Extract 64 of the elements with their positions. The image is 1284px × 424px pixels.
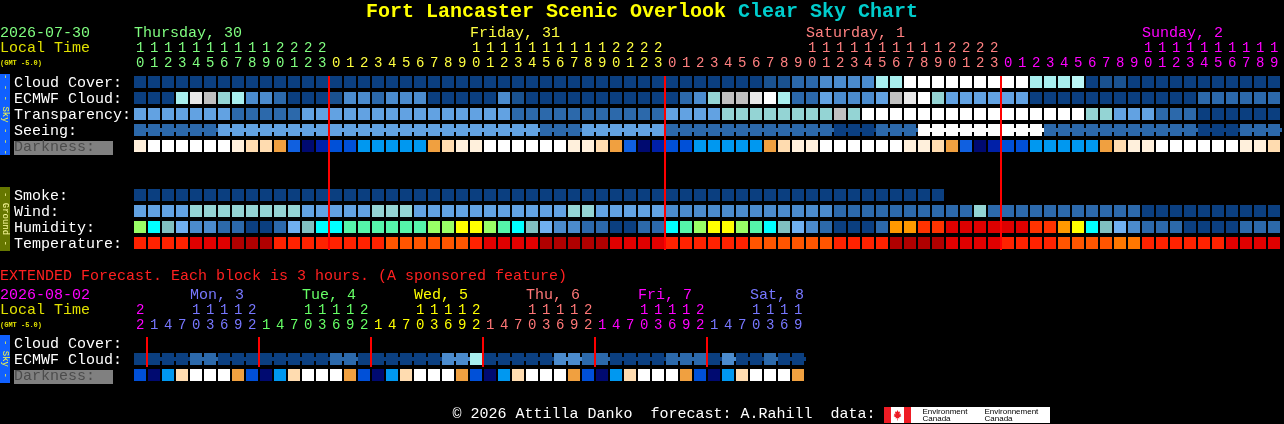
hour-digits: 01234567890123456789 (1003, 56, 1284, 71)
hour-tens-digits: 11112 (415, 303, 486, 318)
row-label: Seeing: (14, 124, 77, 140)
section-tag: - Ground - (0, 187, 10, 251)
row-label: ECMWF Cloud: (14, 353, 123, 369)
hour-digits: 14703692 (261, 318, 374, 333)
row-label: Darkness: (14, 370, 113, 384)
row-label: ECMWF Cloud: (14, 92, 123, 108)
hour-tens-digits: 2 (135, 303, 150, 318)
hour-digits: 2 (135, 318, 150, 333)
agency-name: Environment Canada (922, 408, 969, 422)
hour-digits: 14703692 (149, 318, 262, 333)
midnight-line (482, 337, 484, 367)
row-label: Cloud Cover: (14, 76, 123, 92)
day-label: Friday, 31 (470, 25, 560, 42)
hour-tens-digits: 11111111112222 (471, 41, 669, 56)
midnight-line (370, 337, 372, 367)
day-label: Sat, 8 (750, 287, 804, 304)
hour-tens-digits: 11112 (527, 303, 598, 318)
day-label: Fri, 7 (638, 287, 692, 304)
hour-tens-digits: 11112 (191, 303, 262, 318)
hour-tens-digits: 11111111112222 (807, 41, 1005, 56)
day-label: Sunday, 2 (1142, 25, 1223, 42)
row-label: Transparency: (14, 108, 132, 124)
canada-flag-icon (883, 407, 911, 423)
hour-digits: 1470369 (709, 318, 808, 333)
day-label: Wed, 5 (414, 287, 468, 304)
hour-tens-digits: 1111 (751, 303, 808, 318)
local-time-label: Local Time (0, 40, 90, 57)
agency-name: Environnement Canada (984, 408, 1040, 422)
date-label: 2026-07-30 (0, 25, 90, 42)
hour-digits: 14703692 (485, 318, 598, 333)
credit-text: © 2026 Attilla Danko forecast: A.Rahill data: (452, 407, 876, 423)
day-label: Saturday, 1 (806, 25, 906, 42)
hour-digits: 012345678901234567890123 (667, 56, 1005, 71)
hour-digits: 14703692 (597, 318, 710, 333)
midnight-line (706, 337, 708, 367)
row-label: Smoke: (14, 189, 68, 205)
extended-forecast-note: EXTENDED Forecast. Each block is 3 hours. (A sponsored feature) (0, 269, 569, 285)
day-label: Mon, 3 (190, 287, 244, 304)
hour-tens-digits: 11111111112222 (135, 41, 333, 56)
hour-tens-digits: 11112 (303, 303, 374, 318)
local-time-label: Local Time (0, 302, 90, 319)
hour-tens-digits: 11112 (639, 303, 710, 318)
location-title: Fort Lancaster Scenic Overlook (365, 0, 726, 23)
day-label: Tue, 4 (302, 287, 356, 304)
midnight-line (146, 337, 148, 367)
chart-title: Clear Sky Chart (738, 0, 919, 23)
row-label: Cloud Cover: (14, 337, 123, 353)
midnight-line (594, 337, 596, 367)
hour-digits: 012345678901234567890123 (331, 56, 669, 71)
row-label: Wind: (14, 205, 59, 221)
row-label: Humidity: (14, 221, 95, 237)
section-tag: - - - Sky - - - (0, 74, 10, 155)
day-label: Thu, 6 (526, 287, 580, 304)
day-label: Thursday, 30 (134, 25, 243, 42)
row-label: Darkness: (14, 141, 113, 155)
date-label: 2026-08-02 (0, 287, 90, 304)
hour-digits: 14703692 (373, 318, 486, 333)
hour-tens-digits: 1111111111 (1143, 41, 1284, 56)
midnight-line (258, 337, 260, 367)
section-tag: - Sky - (0, 335, 10, 383)
hour-digits: 01234567890123 (135, 56, 333, 71)
row-label: Temperature: (14, 237, 123, 253)
